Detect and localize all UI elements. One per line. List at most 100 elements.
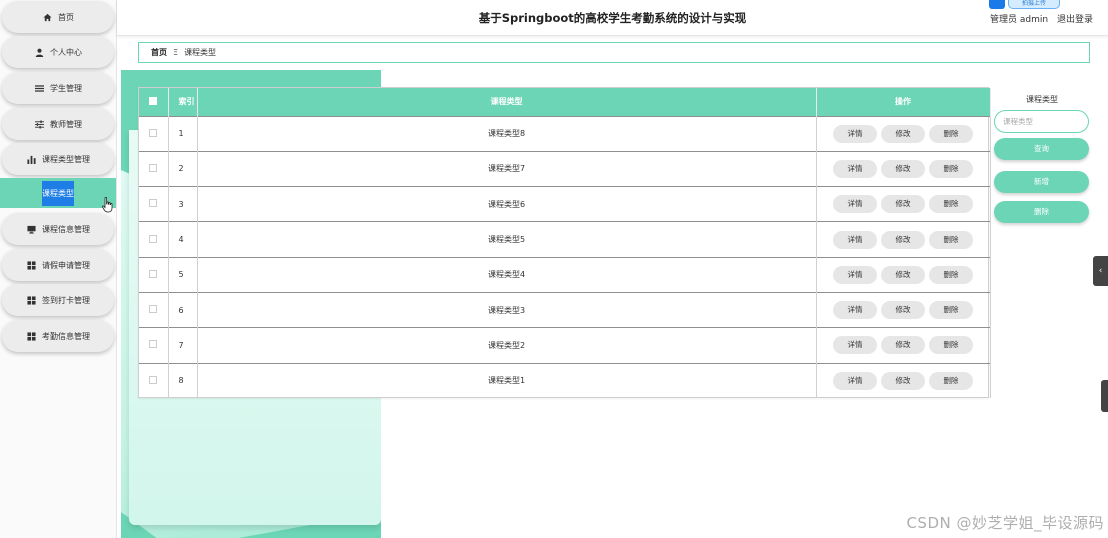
table-row: 7 课程类型2 详情 修改 删除 [139,327,991,364]
sidebar-item-leave[interactable]: 请假申请管理 [2,249,114,281]
row-checkbox[interactable] [149,234,158,243]
row-checkbox[interactable] [149,199,158,208]
grid-icon [26,331,36,341]
side-handle[interactable] [1101,380,1108,412]
user-icon [34,47,44,57]
row-checkbox[interactable] [149,375,158,384]
row-index: 2 [168,150,198,187]
row-actions: 详情 修改 删除 [816,256,991,293]
sidebar-item-label: 课程类型 [42,180,74,206]
breadcrumb-home[interactable]: 首页 [151,47,167,58]
edit-button[interactable]: 修改 [881,265,925,284]
sidebar-item-course-type[interactable]: 课程类型 [0,178,116,208]
row-checkbox[interactable] [149,128,158,137]
edit-button[interactable]: 修改 [881,230,925,249]
table-row: 1 课程类型8 详情 修改 删除 [139,115,991,152]
sidebar-item-students[interactable]: 学生管理 [2,72,114,104]
table-row: 3 课程类型6 详情 修改 删除 [139,186,991,222]
sidebar-item-label: 签到打卡管理 [42,295,90,305]
row-index: 5 [168,256,198,293]
delete-button[interactable]: 删除 [929,301,973,320]
delete-button[interactable]: 删除 [929,336,973,355]
row-select-cell [139,221,169,258]
table-row: 6 课程类型3 详情 修改 删除 [139,291,991,328]
detail-button[interactable]: 详情 [833,124,877,143]
delete-button[interactable]: 删除 [929,371,973,390]
logout-link[interactable]: 退出登录 [1057,15,1093,25]
sidebar-item-label: 请假申请管理 [42,260,90,270]
app-logo-icon [989,0,1005,9]
sliders-icon [34,119,44,129]
row-checkbox[interactable] [149,305,158,314]
search-input[interactable]: 课程类型 [994,110,1089,133]
sidebar-item-label: 首页 [58,12,74,22]
table-row: 8 课程类型1 详情 修改 删除 [139,362,991,399]
edit-button[interactable]: 修改 [881,195,925,214]
column-header-type: 课程类型 [197,88,817,116]
user-area: 管理员 admin 退出登录 [990,12,1093,25]
detail-button[interactable]: 详情 [833,195,877,214]
sidebar-item-course-type-mgmt[interactable]: 课程类型管理 [2,143,114,175]
edit-button[interactable]: 修改 [881,336,925,355]
delete-button[interactable]: 删除 [929,230,973,249]
row-actions: 详情 修改 删除 [816,221,991,258]
detail-button[interactable]: 详情 [833,265,877,284]
row-checkbox[interactable] [149,163,158,172]
sidebar-item-course-info[interactable]: 课程信息管理 [2,213,114,245]
add-button[interactable]: 新增 [994,171,1089,193]
page-title: 基于Springboot的高校学生考勤系统的设计与实现 [478,11,747,25]
sidebar: 首页 个人中心 学生管理 教师管理 课程类型管理 课程类型 课程信息管理 请假申… [0,0,117,538]
user-role-label: 管理员 admin [990,15,1049,25]
edit-button[interactable]: 修改 [881,124,925,143]
batch-delete-button[interactable]: 删除 [994,201,1089,223]
detail-button[interactable]: 详情 [833,371,877,390]
sidebar-item-label: 考勤信息管理 [42,331,90,341]
column-header-index: 索引 [168,88,198,116]
row-actions: 详情 修改 删除 [816,186,991,222]
row-select-cell [139,115,169,152]
delete-button[interactable]: 删除 [929,265,973,284]
edit-button[interactable]: 修改 [881,371,925,390]
table-header-row: 索引 课程类型 操作 [139,88,991,116]
edit-button[interactable]: 修改 [881,301,925,320]
edit-button[interactable]: 修改 [881,159,925,178]
watermark: CSDN @妙芝学姐_毕设源码 [906,514,1104,532]
sidebar-item-label: 课程类型管理 [42,154,90,164]
delete-button[interactable]: 删除 [929,124,973,143]
select-all-checkbox[interactable] [149,96,158,105]
row-checkbox[interactable] [149,340,158,349]
row-select-cell [139,327,169,364]
sidebar-item-home[interactable]: 首页 [2,1,114,33]
row-course-type: 课程类型2 [197,327,817,364]
detail-button[interactable]: 详情 [833,230,877,249]
row-actions: 详情 修改 删除 [816,327,991,364]
sidebar-item-checkin[interactable]: 签到打卡管理 [2,284,114,316]
delete-button[interactable]: 删除 [929,195,973,214]
course-type-table: 索引 课程类型 操作 1 课程类型8 详情 修改 删除 2 课程类型7 详情 修改 删除 3 课程类型… [138,87,991,399]
row-course-type: 课程类型1 [197,362,817,399]
row-index: 7 [168,327,198,364]
row-actions: 详情 修改 删除 [816,362,991,399]
detail-button[interactable]: 详情 [833,301,877,320]
row-checkbox[interactable] [149,269,158,278]
list-icon [34,83,44,93]
row-select-cell [139,291,169,328]
delete-button[interactable]: 删除 [929,159,973,178]
sidebar-item-profile[interactable]: 个人中心 [2,36,114,68]
row-actions: 详情 修改 删除 [816,291,991,328]
upload-badge-button[interactable]: 拍摄上传 [1008,0,1060,9]
sidebar-item-teachers[interactable]: 教师管理 [2,108,114,140]
row-index: 6 [168,291,198,328]
query-button[interactable]: 查询 [994,138,1089,160]
sidebar-item-label: 课程信息管理 [42,224,90,234]
collapse-panel-button[interactable]: ‹ [1093,256,1108,286]
select-all-cell [139,88,169,116]
row-select-cell [139,186,169,222]
row-select-cell [139,256,169,293]
detail-button[interactable]: 详情 [833,336,877,355]
detail-button[interactable]: 详情 [833,159,877,178]
sidebar-item-label: 学生管理 [50,83,82,93]
row-select-cell [139,150,169,187]
bar-chart-icon [26,154,36,164]
sidebar-item-attendance[interactable]: 考勤信息管理 [2,320,114,352]
